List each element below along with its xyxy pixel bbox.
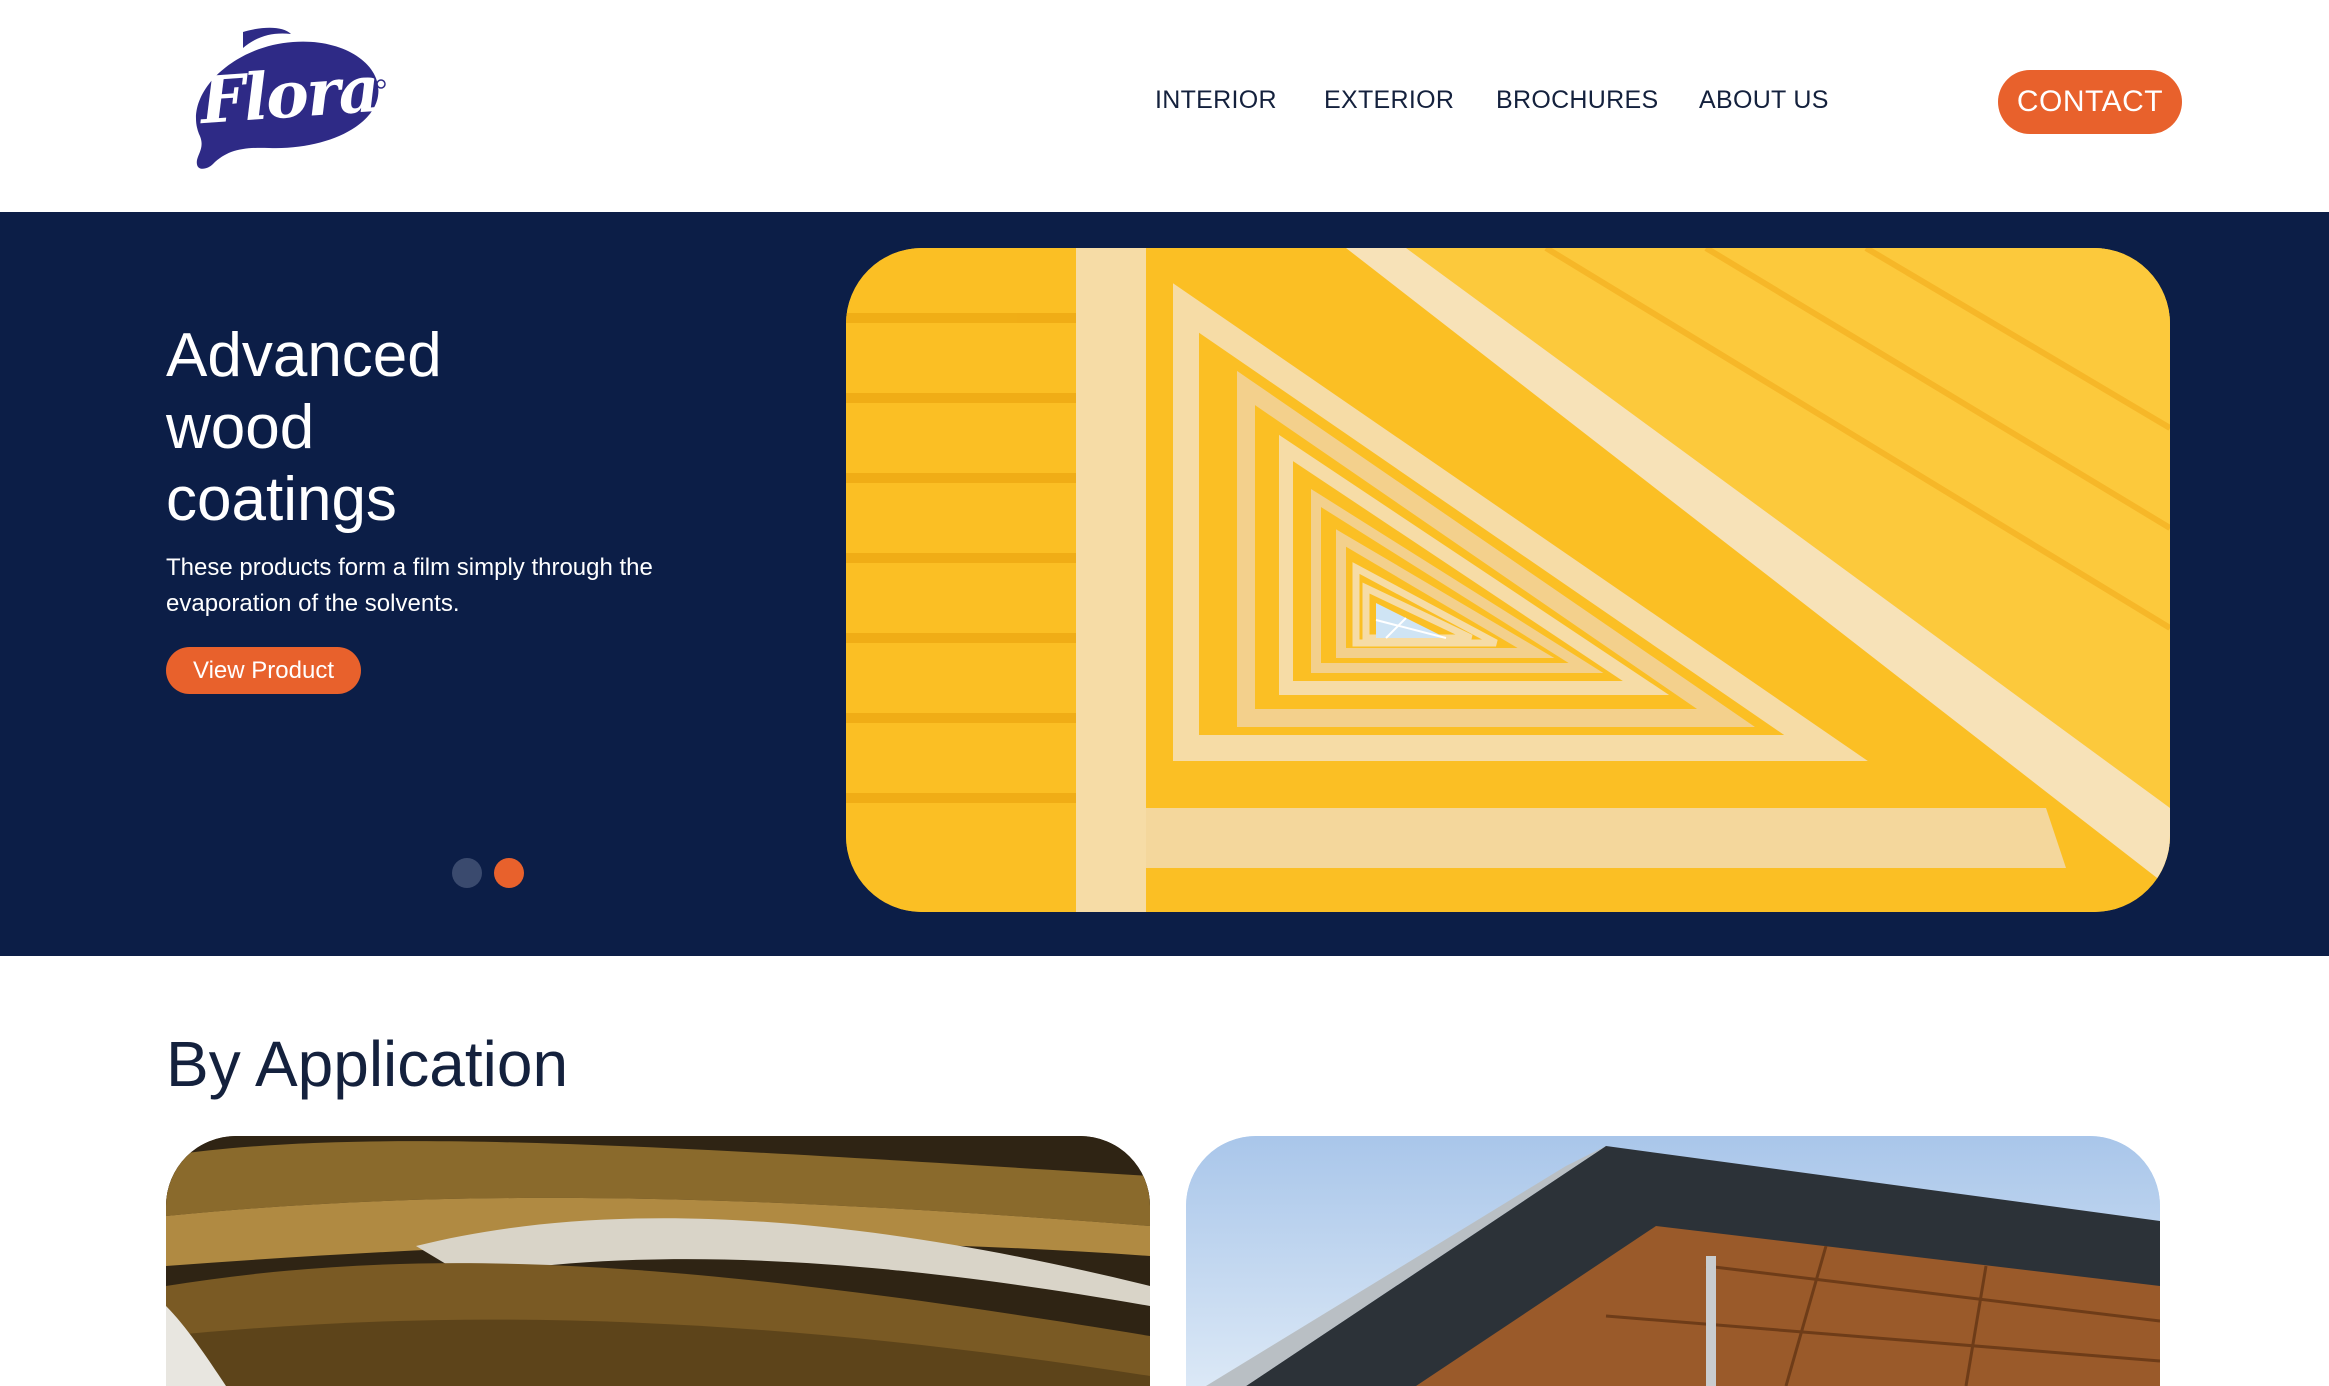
nav-item-exterior[interactable]: EXTERIOR: [1324, 86, 1454, 115]
wooden-atrium-image: [166, 1136, 1150, 1386]
nav-item-interior[interactable]: INTERIOR: [1155, 86, 1277, 115]
nav-item-brochures[interactable]: BROCHURES: [1496, 86, 1658, 115]
hero-title-line-2: wood: [166, 393, 315, 462]
main-nav: INTERIOR EXTERIOR BROCHURES ABOUT US: [0, 86, 2329, 122]
hero-title-line-1: Advanced: [166, 321, 442, 390]
wood-facade-building-image: [1186, 1136, 2160, 1386]
hero-description: These products form a film simply throug…: [166, 554, 653, 617]
contact-button[interactable]: CONTACT: [1998, 70, 2182, 134]
section-title-by-application: By Application: [166, 1028, 569, 1100]
application-card-interior[interactable]: [166, 1136, 1150, 1386]
hero-title-line-3: coatings: [166, 465, 397, 534]
view-product-button[interactable]: View Product: [166, 647, 361, 694]
slider-dot-2-active[interactable]: [494, 858, 524, 888]
slider-dot-1[interactable]: [452, 858, 482, 888]
hero-image: [846, 248, 2170, 912]
application-card-exterior[interactable]: [1186, 1136, 2160, 1386]
hero-title: Advanced wood coatings: [166, 320, 586, 536]
hero-banner: Advanced wood coatings These products fo…: [0, 212, 2329, 956]
yellow-staircase-image: [846, 248, 2170, 912]
nav-item-about-us[interactable]: ABOUT US: [1699, 86, 1829, 115]
site-header: Flora INTERIOR EXTERIOR BROCHURES ABOUT …: [0, 0, 2329, 212]
